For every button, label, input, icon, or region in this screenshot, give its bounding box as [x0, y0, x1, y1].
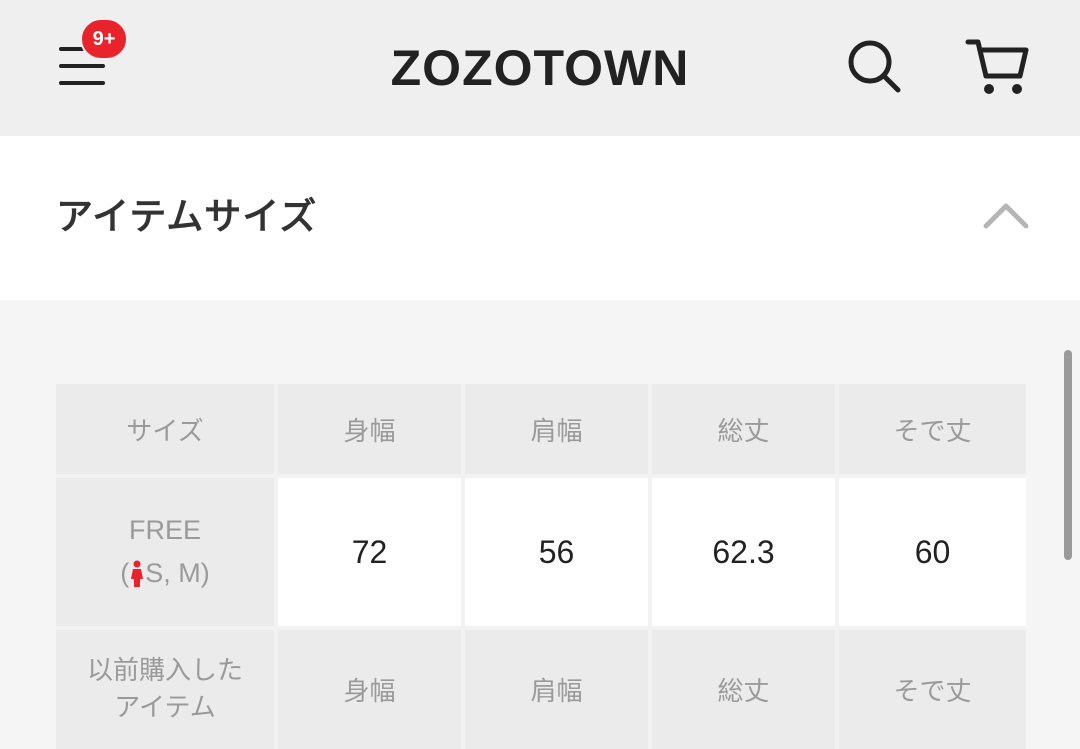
previous-item-label-line1: 以前購入した	[86, 656, 243, 687]
size-label-free: FREE ( S, M )	[56, 478, 274, 626]
value-shoulder-width: 56	[465, 478, 648, 626]
person-icon	[131, 560, 144, 587]
size-name: FREE	[128, 514, 201, 545]
header-size: サイズ	[56, 384, 274, 474]
item-size-section-toggle[interactable]: アイテムサイズ	[0, 136, 1080, 300]
previous-item-label-line2: アイテム	[114, 692, 216, 723]
section-title: アイテムサイズ	[56, 195, 318, 238]
header-body-width: 身幅	[278, 384, 461, 474]
header-sleeve-length: そで丈	[839, 384, 1026, 474]
top-header: 9+ ZOZOTOWN	[0, 0, 1080, 136]
size-note-close: )	[200, 558, 210, 588]
notification-badge: 9+	[80, 18, 128, 60]
previous-body-width: 身幅	[278, 630, 461, 749]
value-length: 62.3	[652, 478, 835, 626]
cart-button[interactable]	[962, 34, 1034, 98]
value-sleeve-length: 60	[839, 478, 1026, 626]
search-button[interactable]	[844, 36, 904, 96]
previous-sleeve-length: そで丈	[839, 630, 1026, 749]
size-note-text: S, M	[145, 558, 201, 588]
previous-item-label: 以前購入した アイテム	[56, 630, 274, 749]
previous-length: 総丈	[652, 630, 835, 749]
search-icon	[848, 40, 901, 93]
size-note: ( S, M )	[120, 552, 210, 595]
chevron-up-icon	[983, 203, 1029, 229]
zozotown-logo[interactable]: ZOZOTOWN	[360, 36, 720, 100]
header-shoulder-width: 肩幅	[465, 384, 648, 474]
hamburger-menu-icon-bar	[59, 81, 105, 85]
app: 9+ ZOZOTOWN アイテムサイズ サイズ 身幅 肩幅 総丈 そで丈 FRE…	[0, 0, 1080, 749]
size-table: サイズ 身幅 肩幅 総丈 そで丈 FREE ( S, M ) 72 56 62.…	[56, 384, 1026, 749]
header-length: 総丈	[652, 384, 835, 474]
size-note-open: (	[120, 558, 130, 588]
value-body-width: 72	[278, 478, 461, 626]
scrollbar-thumb[interactable]	[1064, 350, 1072, 560]
previous-shoulder-width: 肩幅	[465, 630, 648, 749]
hamburger-menu-icon-bar	[59, 64, 105, 68]
cart-icon	[965, 39, 1029, 94]
